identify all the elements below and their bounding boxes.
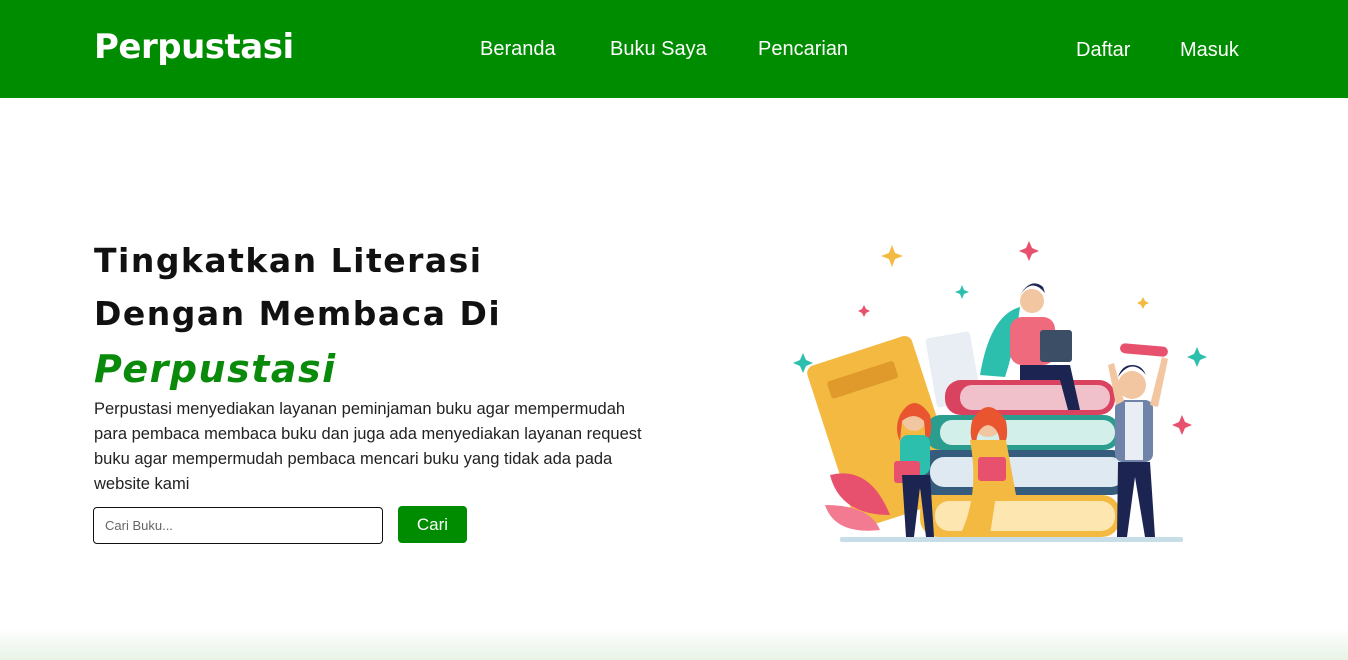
people-reading-books-illustration	[793, 241, 1207, 542]
brand-logo[interactable]: Perpustasi	[94, 24, 294, 70]
hero-title-line-1: Tingkatkan Literasi	[94, 241, 483, 280]
nav-link-pencarian[interactable]: Pencarian	[758, 36, 848, 62]
navbar: Perpustasi Beranda Buku Saya Pencarian D…	[0, 0, 1348, 98]
nav-link-buku-saya[interactable]: Buku Saya	[610, 36, 707, 62]
hero-title-line-2: Dengan Membaca Di	[94, 294, 502, 333]
hero-title-accent: Perpustasi	[94, 347, 337, 391]
search-input[interactable]	[93, 507, 383, 544]
search-button[interactable]: Cari	[398, 506, 467, 543]
hero-title: Tingkatkan Literasi Dengan Membaca Di Pe…	[94, 234, 654, 398]
register-link[interactable]: Daftar	[1076, 37, 1130, 63]
section-divider	[0, 628, 1348, 660]
nav-link-beranda[interactable]: Beranda	[480, 36, 556, 62]
login-link[interactable]: Masuk	[1180, 37, 1239, 63]
hero-description: Perpustasi menyediakan layanan peminjama…	[94, 400, 642, 493]
